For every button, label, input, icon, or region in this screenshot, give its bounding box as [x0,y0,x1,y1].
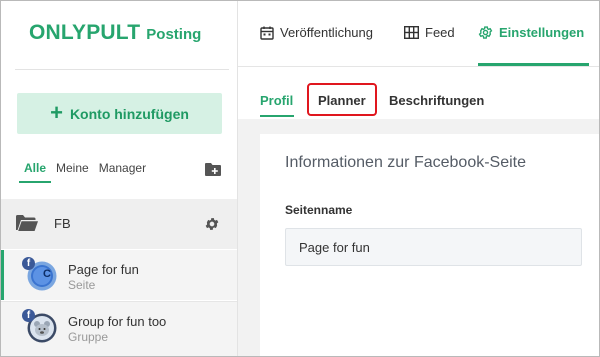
facebook-badge-icon: f [22,257,35,270]
nav-settings[interactable]: Einstellungen [478,25,584,40]
grid-icon [404,26,419,39]
sidebar: ONLYPULT Posting + Konto hinzufügen Alle… [1,1,238,356]
group-settings-gear-icon[interactable] [204,216,220,232]
divider [15,69,229,70]
main-content: Veröffentlichung Feed Einstellungen Prof… [238,1,599,356]
filter-tab-mine[interactable]: Meine [51,161,94,183]
calendar-icon [260,26,274,40]
tab-planner[interactable]: Planner [318,93,366,108]
logo: ONLYPULT Posting [29,21,201,45]
account-type: Gruppe [68,330,109,344]
active-tab-underline [260,115,294,117]
gear-icon [478,26,493,39]
settings-subtabs: Profil Planner Beschriftungen [238,67,599,119]
add-folder-icon[interactable] [205,162,221,176]
add-account-button[interactable]: + Konto hinzufügen [17,93,222,134]
logo-main: ONLYPULT [29,21,141,44]
page-name-label: Seitenname [285,203,353,217]
logo-sub: Posting [146,26,202,43]
page-name-field[interactable]: Page for fun [285,228,582,266]
top-navigation: Veröffentlichung Feed Einstellungen [238,1,599,67]
plus-icon: + [50,99,63,125]
account-name: Group for fun too [68,314,167,329]
app-window: ONLYPULT Posting + Konto hinzufügen Alle… [0,0,600,357]
account-filter-tabs: Alle Meine Manager [19,161,151,183]
tab-captions[interactable]: Beschriftungen [389,93,484,108]
facebook-badge-icon: f [22,309,35,322]
account-name: Page for fun [68,262,139,277]
folder-open-icon [16,215,38,231]
account-group-row[interactable]: FB [1,199,237,249]
add-account-label: Konto hinzufügen [69,105,189,122]
tab-profile[interactable]: Profil [260,93,293,108]
group-label: FB [54,216,71,231]
account-item-page-for-fun[interactable]: f C Page for fun Seite [1,250,237,300]
nav-feed[interactable]: Feed [404,25,455,40]
card-title: Informationen zur Facebook-Seite [285,154,527,171]
nav-label: Feed [425,25,455,40]
account-type: Seite [68,278,96,292]
nav-publishing[interactable]: Veröffentlichung [260,25,373,40]
filter-tab-manager[interactable]: Manager [94,161,151,183]
account-item-group-for-fun-too[interactable]: f Group for fun too Gruppe [1,301,237,356]
nav-label: Veröffentlichung [280,25,373,40]
avatar-letter: C [43,268,51,280]
page-info-card: Informationen zur Facebook-Seite Seitenn… [260,134,599,356]
active-nav-underline [478,63,589,66]
filter-tab-all[interactable]: Alle [19,161,52,183]
nav-label: Einstellungen [499,25,585,40]
